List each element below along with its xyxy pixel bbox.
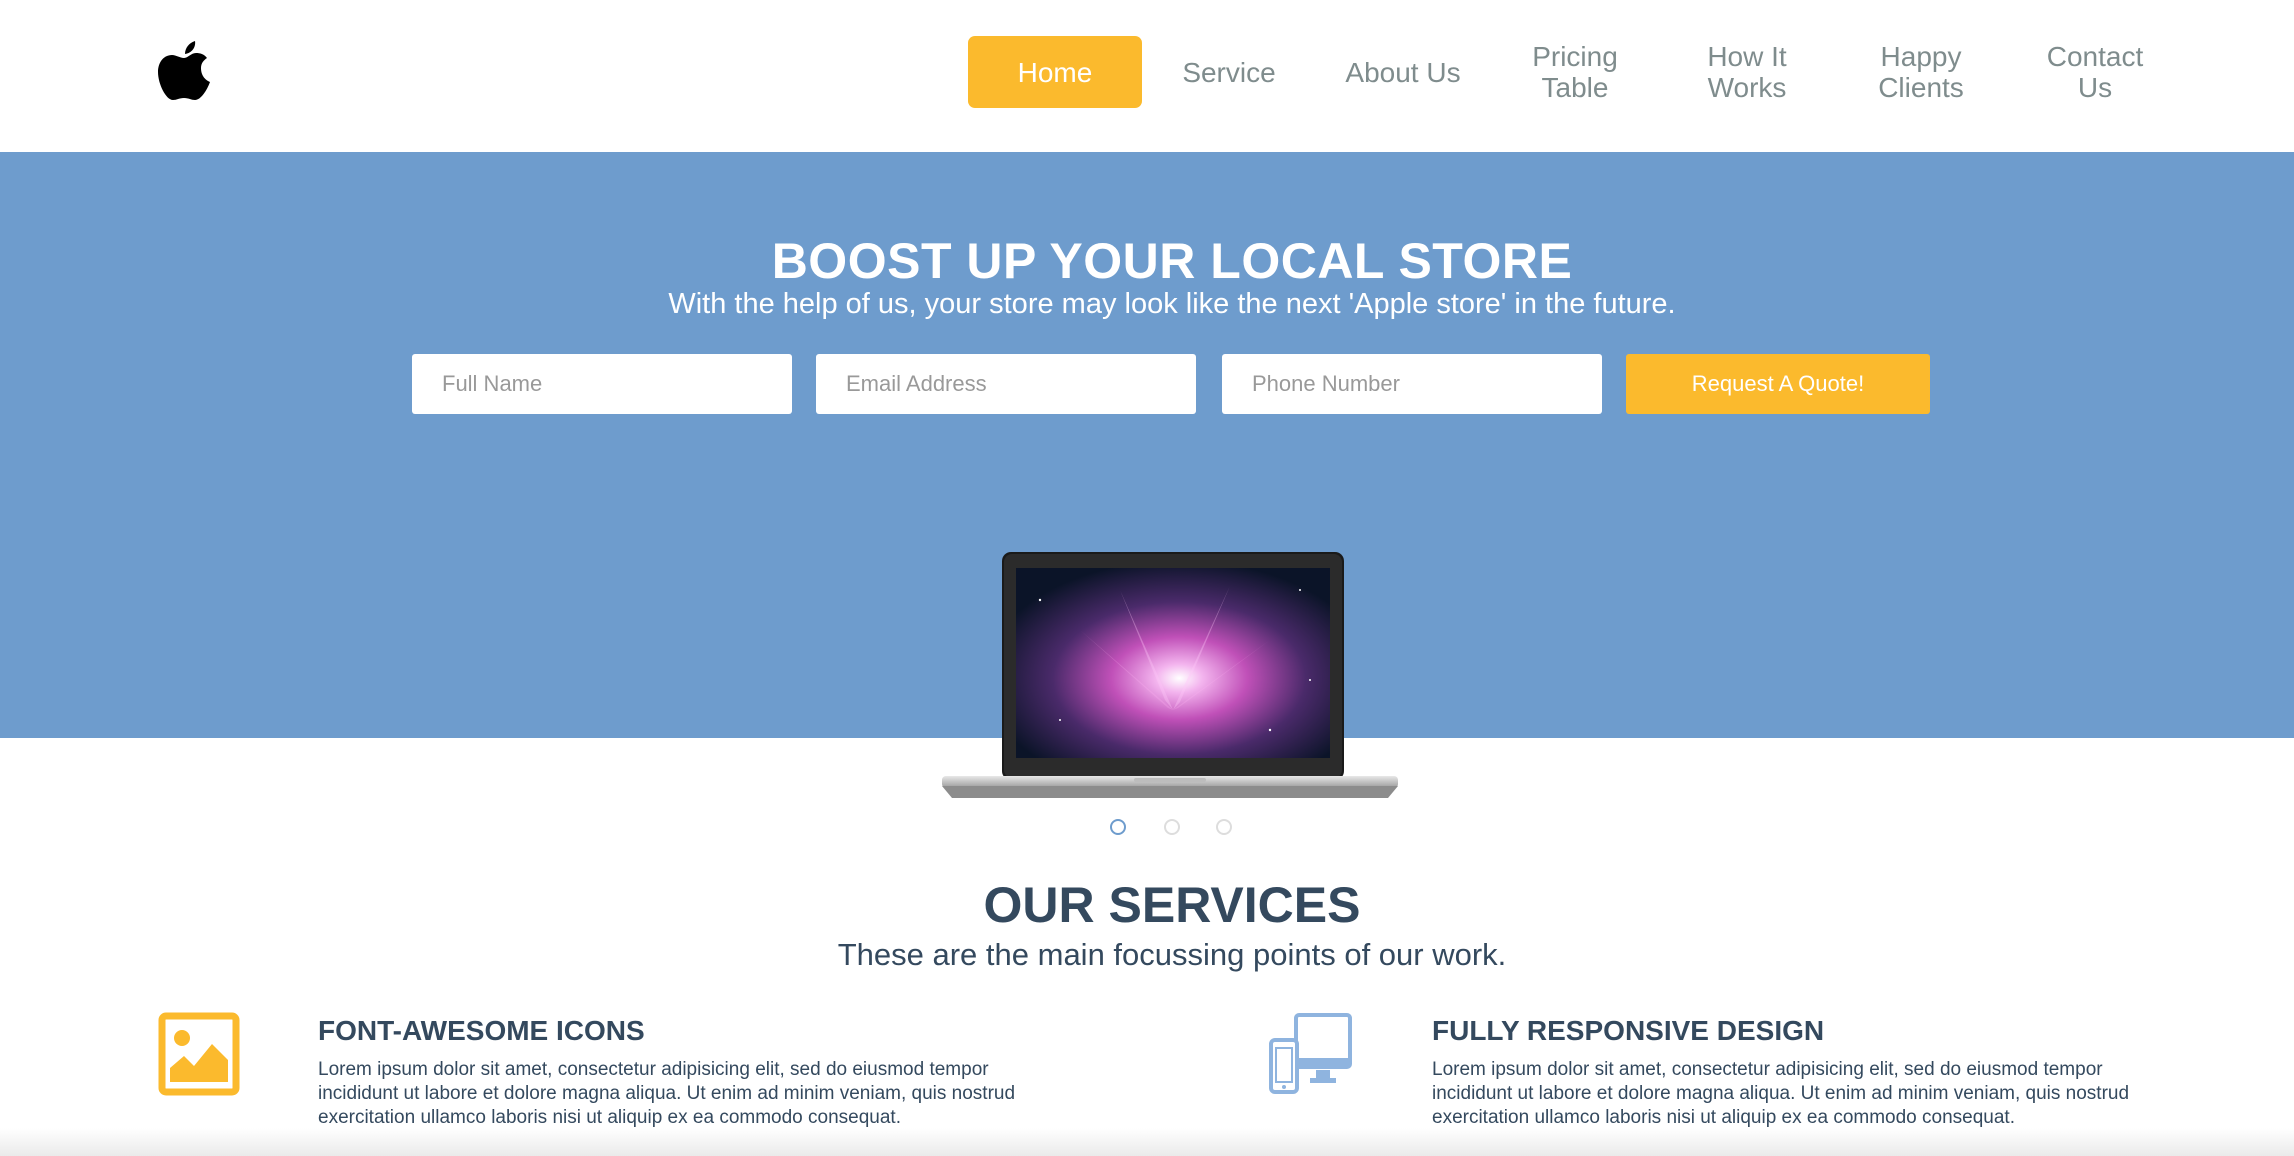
nav-about-us-label: About Us [1345,56,1461,88]
services-title: OUR SERVICES [983,877,1361,933]
nav-pricing-table-label: Pricing Table [1532,41,1618,103]
feature-text-responsive: Lorem ipsum dolor sit amet, consectetur … [1432,1059,2130,1128]
bottom-fade [0,1128,2294,1156]
image-icon [158,1012,240,1096]
site-header: Home Service About Us Pricing Table How … [0,0,2294,152]
slider-dot-2[interactable] [1164,819,1180,835]
nav-happy-clients-label: Happy Clients [1878,41,1964,103]
nav-service[interactable]: Service [1142,36,1316,108]
hero-subtitle: With the help of us, your store may look… [668,288,1676,320]
nav-how-it-works-label: How It Works [1707,41,1787,103]
full-name-input[interactable] [412,354,792,414]
nav-happy-clients[interactable]: Happy Clients [1834,36,2008,108]
nav-pricing-table[interactable]: Pricing Table [1490,36,1660,108]
nav-home-label: Home [1017,56,1093,88]
services-subtitle: These are the main focussing points of o… [837,937,1507,972]
nav-contact-us[interactable]: Contact Us [2008,36,2182,108]
slider-dot-1[interactable] [1110,819,1126,835]
apple-logo-icon[interactable] [158,40,210,104]
email-address-input[interactable] [816,354,1196,414]
nav-service-label: Service [1182,56,1276,88]
nav-about-us[interactable]: About Us [1316,36,1490,108]
nav-home[interactable]: Home [968,36,1142,108]
request-quote-button[interactable]: Request A Quote! [1626,354,1930,414]
feature-title-icons: FONT-AWESOME ICONS [318,1015,645,1046]
nav-contact-us-label: Contact Us [2046,41,2144,103]
devices-icon [1269,1013,1352,1094]
slider-dot-3[interactable] [1216,819,1232,835]
feature-title-responsive: FULLY RESPONSIVE DESIGN [1432,1015,1825,1046]
macbook-slide-image [942,552,1398,798]
hero-title: BOOST UP YOUR LOCAL STORE [771,233,1573,289]
phone-number-input[interactable] [1222,354,1602,414]
feature-text-icons: Lorem ipsum dolor sit amet, consectetur … [318,1059,1016,1128]
nav-how-it-works[interactable]: How It Works [1660,36,1834,108]
